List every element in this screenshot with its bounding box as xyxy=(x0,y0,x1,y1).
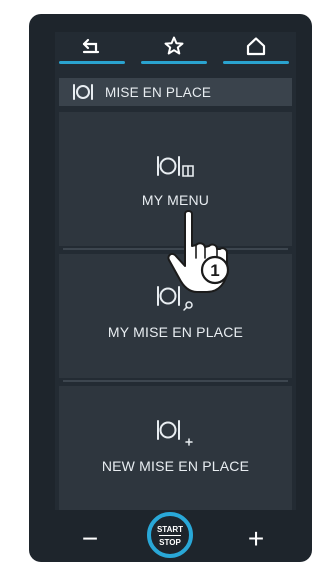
stop-label: STOP xyxy=(159,538,181,547)
start-label: START xyxy=(156,525,184,534)
top-navigation xyxy=(55,32,296,70)
start-stop-divider xyxy=(159,535,181,536)
plus-button[interactable]: + xyxy=(243,525,269,553)
home-tab-indicator xyxy=(223,61,289,64)
my-menu-label: MY MENU xyxy=(141,192,210,208)
new-mise-en-place-button[interactable]: NEW MISE EN PLACE xyxy=(59,386,292,510)
minus-button[interactable]: − xyxy=(77,525,103,553)
back-button[interactable] xyxy=(59,32,125,70)
place-setting-icon xyxy=(73,84,93,100)
section-header: MISE EN PLACE xyxy=(59,78,292,106)
star-icon xyxy=(164,36,184,55)
home-icon xyxy=(246,37,266,56)
page-title: MISE EN PLACE xyxy=(105,84,212,100)
back-arrow-icon xyxy=(82,38,100,54)
hardware-controls: − START STOP + xyxy=(29,510,312,562)
favorites-tab-indicator xyxy=(141,61,207,64)
place-setting-book-icon xyxy=(156,156,194,177)
favorites-button[interactable] xyxy=(141,32,207,70)
back-tab-indicator xyxy=(59,61,125,64)
pointing-hand-icon: 1 xyxy=(167,210,230,293)
place-setting-plus-icon xyxy=(156,420,193,446)
start-stop-button[interactable]: START STOP xyxy=(147,512,193,558)
my-mise-en-place-label: MY MISE EN PLACE xyxy=(107,324,244,340)
divider xyxy=(63,380,288,382)
step-number: 1 xyxy=(210,261,219,280)
new-mise-en-place-label: NEW MISE EN PLACE xyxy=(101,458,250,474)
home-button[interactable] xyxy=(223,32,289,70)
oven-control-panel: MISE EN PLACE MY MENU MY MISE EN PLACE N… xyxy=(29,14,312,562)
